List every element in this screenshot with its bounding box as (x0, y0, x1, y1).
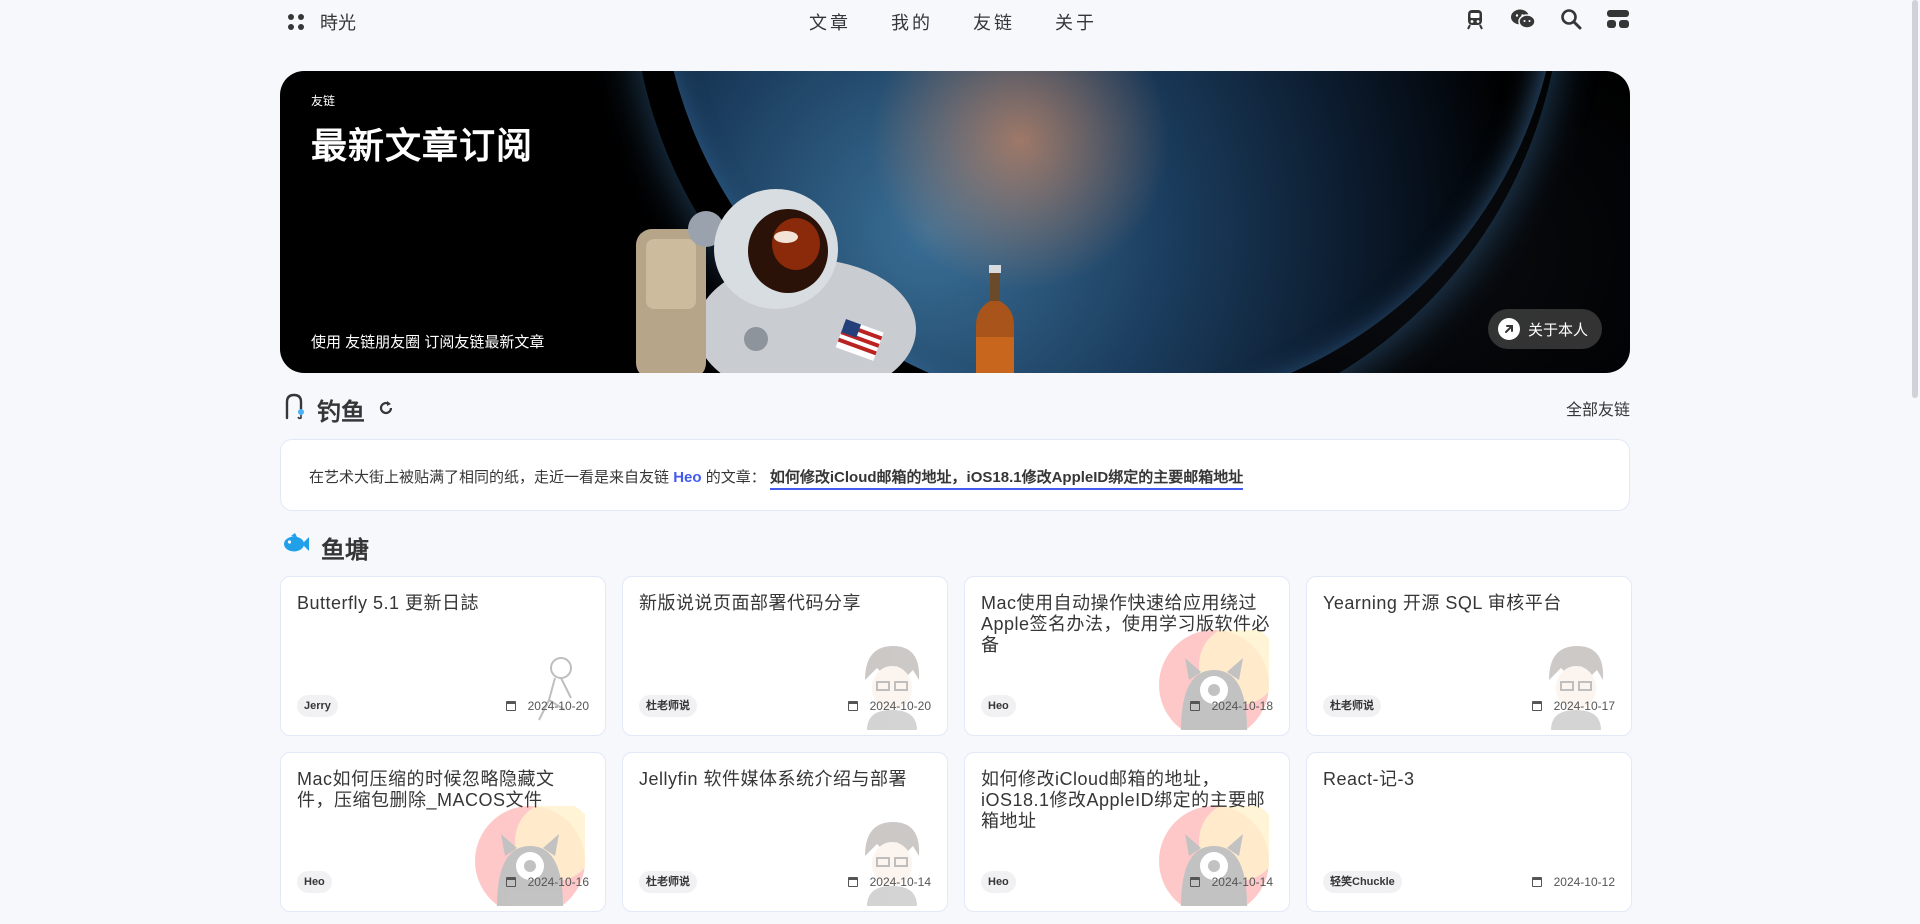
about-me-button[interactable]: 关于本人 (1487, 309, 1602, 349)
article-title[interactable]: 新版说说页面部署代码分享 (639, 593, 931, 614)
article-title[interactable]: 如何修改iCloud邮箱的地址，iOS18.1修改AppleID绑定的主要邮箱地… (981, 769, 1273, 832)
hero-banner: 友链 最新文章订阅 使用 友链朋友圈 订阅友链最新文章 关于本人 (280, 71, 1630, 373)
article-card[interactable]: 如何修改iCloud邮箱的地址，iOS18.1修改AppleID绑定的主要邮箱地… (964, 752, 1290, 912)
fishing-result: 在艺术大街上被贴满了相同的纸，走近一看是来自友链 Heo 的文章： 如何修改iC… (280, 439, 1630, 511)
calendar-icon (847, 877, 858, 887)
article-card[interactable]: Mac使用自动操作快速给应用绕过Apple签名办法，使用学习版软件必备 Heo 20… (964, 576, 1290, 736)
menu-item-about[interactable]: 关于 (1055, 9, 1097, 35)
date-text: 2024-10-16 (527, 875, 589, 889)
author-avatar (1541, 640, 1611, 735)
menu-item-articles[interactable]: 文章 (809, 9, 851, 35)
author-badge[interactable]: 杜老师说 (1323, 695, 1381, 717)
article-card[interactable]: Butterfly 5.1 更新日誌 Jerry 2024-10-20 (280, 576, 606, 736)
author-badge[interactable]: Heo (297, 871, 332, 893)
author-badge[interactable]: Heo (981, 695, 1016, 717)
search-icon[interactable] (1560, 8, 1582, 30)
article-title[interactable]: Mac如何压缩的时候忽略隐藏文件，压缩包删除_MACOS文件 (297, 769, 589, 811)
article-title[interactable]: Mac使用自动操作快速给应用绕过Apple签名办法，使用学习版软件必备 (981, 593, 1273, 656)
article-date: 2024-10-16 (505, 875, 589, 889)
hero-description: 使用 友链朋友圈 订阅友链最新文章 (311, 334, 545, 351)
article-card[interactable]: Mac如何压缩的时候忽略隐藏文件，压缩包删除_MACOS文件 Heo 2024-10… (280, 752, 606, 912)
wechat-icon[interactable] (1510, 8, 1536, 30)
scrollbar-thumb[interactable] (1912, 0, 1918, 398)
all-friends-link[interactable]: 全部友链 (1566, 396, 1630, 420)
author-badge[interactable]: 杜老师说 (639, 695, 697, 717)
author-avatar (475, 801, 595, 911)
about-me-label: 关于本人 (1527, 321, 1588, 339)
app-grid-icon[interactable] (288, 14, 304, 30)
calendar-icon (1531, 877, 1542, 887)
article-date: 2024-10-20 (505, 699, 589, 713)
date-text: 2024-10-20 (527, 699, 589, 713)
astronaut-image (636, 189, 916, 373)
fishing-header: 钓鱼 (283, 392, 395, 427)
article-date: 2024-10-14 (847, 875, 931, 889)
site-title[interactable]: 時光 (320, 9, 356, 35)
fishing-author[interactable]: Heo (673, 469, 701, 486)
top-nav: 時光 文章 我的 友链 关于 (280, 0, 1630, 42)
fish-icon (283, 533, 309, 562)
main-menu: 文章 我的 友链 关于 (809, 9, 1097, 35)
author-avatar (857, 816, 927, 911)
article-title[interactable]: Yearning 开源 SQL 审核平台 (1323, 593, 1615, 614)
author-avatar (857, 640, 927, 735)
pond-title: 鱼塘 (321, 537, 369, 564)
date-text: 2024-10-18 (1211, 699, 1273, 713)
fishing-article-link[interactable]: 如何修改iCloud邮箱的地址，iOS18.1修改AppleID绑定的主要邮箱地… (769, 469, 1244, 490)
calendar-icon (1189, 701, 1200, 711)
arrow-up-right-icon (1497, 318, 1520, 340)
menu-item-friends[interactable]: 友链 (973, 9, 1015, 35)
fishing-mid: 的文章： (705, 469, 766, 486)
calendar-icon (505, 701, 516, 711)
article-card[interactable]: Jellyfin 软件媒体系统介绍与部署 杜老师说 2024-10-14 (622, 752, 948, 912)
hero-tag: 友链 (311, 94, 336, 108)
calendar-icon (1189, 877, 1200, 887)
author-badge[interactable]: 轻笑Chuckle (1323, 871, 1402, 893)
date-text: 2024-10-14 (1211, 875, 1273, 889)
calendar-icon (1531, 701, 1542, 711)
refresh-icon[interactable] (377, 396, 395, 424)
date-text: 2024-10-17 (1553, 699, 1615, 713)
date-text: 2024-10-14 (869, 875, 931, 889)
nav-actions (1464, 8, 1630, 30)
fishing-prefix: 在艺术大街上被贴满了相同的纸，走近一看是来自友链 (309, 469, 670, 486)
author-badge[interactable]: Jerry (297, 695, 338, 717)
article-title[interactable]: Butterfly 5.1 更新日誌 (297, 593, 589, 614)
train-icon[interactable] (1464, 8, 1486, 30)
article-date: 2024-10-20 (847, 699, 931, 713)
console-icon[interactable] (1606, 8, 1630, 30)
bottle-image (976, 265, 1014, 373)
fishing-text: 在艺术大街上被贴满了相同的纸，走近一看是来自友链 Heo 的文章： 如何修改iC… (309, 466, 1244, 490)
article-date: 2024-10-14 (1189, 875, 1273, 889)
pond-header: 鱼塘 (283, 530, 369, 565)
article-title[interactable]: Jellyfin 软件媒体系统介绍与部署 (639, 769, 931, 790)
article-date: 2024-10-18 (1189, 699, 1273, 713)
date-text: 2024-10-12 (1553, 875, 1615, 889)
author-avatar (525, 650, 585, 735)
menu-item-mine[interactable]: 我的 (891, 9, 933, 35)
article-date: 2024-10-17 (1531, 699, 1615, 713)
calendar-icon (505, 877, 516, 887)
hero-title: 最新文章订阅 (311, 125, 534, 166)
article-card[interactable]: React-记-3 轻笑Chuckle 2024-10-12 (1306, 752, 1632, 912)
date-text: 2024-10-20 (869, 699, 931, 713)
article-date: 2024-10-12 (1531, 875, 1615, 889)
page-scrollbar[interactable] (1910, 0, 1920, 924)
fishing-rod-icon (283, 392, 305, 427)
calendar-icon (847, 701, 858, 711)
article-card[interactable]: 新版说说页面部署代码分享 杜老师说 2024-10-20 (622, 576, 948, 736)
site-brand[interactable]: 時光 (288, 9, 356, 35)
author-badge[interactable]: Heo (981, 871, 1016, 893)
author-badge[interactable]: 杜老师说 (639, 871, 697, 893)
article-card[interactable]: Yearning 开源 SQL 审核平台 杜老师说 2024-10-17 (1306, 576, 1632, 736)
fishing-title: 钓鱼 (317, 399, 365, 426)
article-title[interactable]: React-记-3 (1323, 769, 1615, 790)
